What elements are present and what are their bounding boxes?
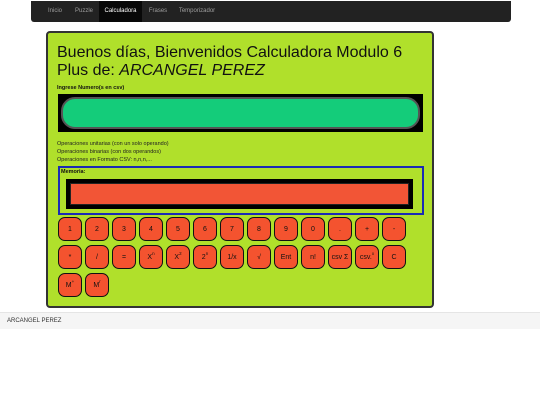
memory-box: Memoria:: [58, 166, 424, 215]
key-csv-sum-label: csv Σ: [331, 253, 349, 261]
nav-puzzle[interactable]: Puzzle: [71, 1, 97, 22]
key-multiply[interactable]: *: [58, 245, 82, 269]
title-author: ARCANGEL PEREZ: [119, 62, 265, 79]
key-memory-recall-sup: r: [99, 278, 101, 284]
key-sqrt-label: √: [257, 253, 261, 261]
nav-inicio[interactable]: Inicio: [43, 1, 67, 22]
key-decimal[interactable]: .: [328, 217, 352, 241]
key-minus[interactable]: -: [382, 217, 406, 241]
key-plus[interactable]: +: [355, 217, 379, 241]
key-factorial-label: n!: [310, 253, 316, 261]
number-input[interactable]: [61, 97, 420, 129]
memory-label: Memoria:: [61, 169, 86, 175]
key-9[interactable]: 9: [274, 217, 298, 241]
page-title: Buenos días, Bienvenidos Calculadora Mod…: [57, 44, 429, 80]
nav-frases[interactable]: Frases: [145, 1, 171, 22]
key-csv-mean-base: csv.: [359, 253, 372, 261]
key-csv-mean-sup: x: [371, 250, 375, 256]
nav-calculadora[interactable]: Calculadora: [99, 1, 142, 22]
key-memory-add[interactable]: M+: [58, 273, 82, 297]
key-factorial[interactable]: n!: [301, 245, 325, 269]
calculator-panel: Buenos días, Bienvenidos Calculadora Mod…: [46, 31, 434, 308]
key-2[interactable]: 2: [85, 217, 109, 241]
key-7[interactable]: 7: [220, 217, 244, 241]
info-csv: Operaciones en Formato CSV: n,n,n,...: [57, 157, 152, 163]
key-two-power-n[interactable]: 2n: [193, 245, 217, 269]
key-clear[interactable]: C: [382, 245, 406, 269]
key-0[interactable]: 0: [301, 217, 325, 241]
top-navbar: Inicio Puzzle Calculadora Frases Tempori…: [31, 1, 511, 22]
key-5[interactable]: 5: [166, 217, 190, 241]
memory-frame: [66, 179, 413, 209]
page: Inicio Puzzle Calculadora Frases Tempori…: [0, 0, 540, 405]
key-equals[interactable]: =: [112, 245, 136, 269]
key-csv-sum[interactable]: csv Σ: [328, 245, 352, 269]
footer: ARCANGEL PEREZ: [0, 312, 540, 329]
key-two-power-n-sup: n: [205, 250, 209, 256]
number-input-frame: [58, 94, 423, 132]
key-x-squared[interactable]: X2: [166, 245, 190, 269]
key-sqrt[interactable]: √: [247, 245, 271, 269]
key-divide[interactable]: /: [85, 245, 109, 269]
footer-author: ARCANGEL PEREZ: [7, 318, 62, 324]
key-3[interactable]: 3: [112, 217, 136, 241]
key-integer-label: Ent: [280, 253, 292, 261]
key-reciprocal-label: 1/x: [227, 253, 237, 261]
key-equals-label: =: [121, 253, 127, 261]
key-4[interactable]: 4: [139, 217, 163, 241]
key-8[interactable]: 8: [247, 217, 271, 241]
memory-display: [70, 183, 409, 205]
key-6[interactable]: 6: [193, 217, 217, 241]
key-divide-label: /: [96, 253, 98, 261]
info-unary: Operaciones unitarias (con un solo opera…: [57, 141, 169, 147]
key-x-power-n-sup: n: [152, 250, 155, 256]
input-label: Ingrese Numero(s en csv): [57, 85, 125, 91]
key-csv-mean[interactable]: csv.x: [355, 245, 379, 269]
key-x-power-n[interactable]: Xn: [139, 245, 163, 269]
key-memory-add-sup: +: [71, 278, 75, 284]
key-multiply-label: *: [68, 253, 72, 261]
key-x-squared-sup: 2: [179, 250, 182, 256]
key-clear-label: C: [391, 253, 397, 261]
key-memory-recall[interactable]: Mr: [85, 273, 109, 297]
key-1[interactable]: 1: [58, 217, 82, 241]
key-integer[interactable]: Ent: [274, 245, 298, 269]
key-reciprocal[interactable]: 1/x: [220, 245, 244, 269]
nav-temporizador[interactable]: Temporizador: [175, 1, 219, 22]
info-binary: Operaciones binarias (con dos operandos): [57, 149, 161, 155]
